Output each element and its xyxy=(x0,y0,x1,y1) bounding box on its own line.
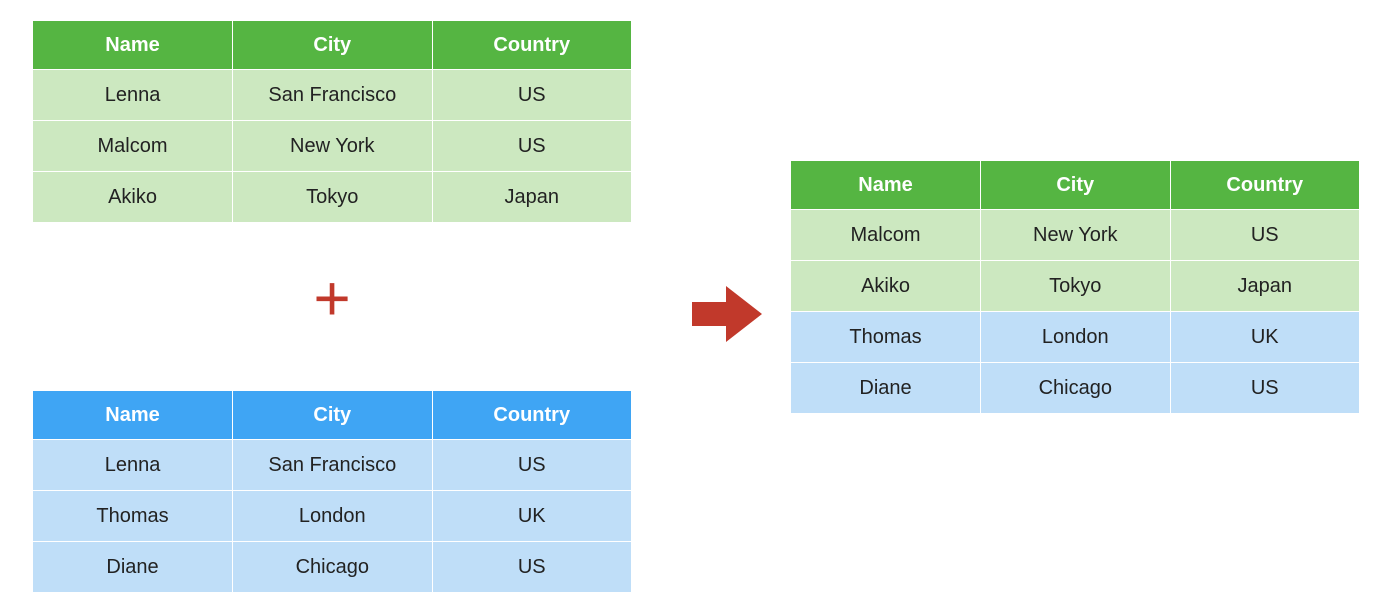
cell-city: Tokyo xyxy=(233,172,432,223)
col-header-city: City xyxy=(981,161,1170,210)
table-row: Diane Chicago US xyxy=(791,363,1360,414)
table-row: Diane Chicago US xyxy=(33,542,632,593)
cell-country: US xyxy=(432,542,631,593)
col-header-name: Name xyxy=(33,21,233,70)
table-row: Akiko Tokyo Japan xyxy=(791,261,1360,312)
col-header-country: Country xyxy=(432,391,631,440)
cell-name: Diane xyxy=(791,363,981,414)
cell-country: Japan xyxy=(1170,261,1360,312)
cell-name: Lenna xyxy=(33,440,233,491)
cell-city: San Francisco xyxy=(233,440,432,491)
cell-city: London xyxy=(233,491,432,542)
cell-country: US xyxy=(1170,363,1360,414)
table-row: Akiko Tokyo Japan xyxy=(33,172,632,223)
cell-name: Akiko xyxy=(33,172,233,223)
table-row: Malcom New York US xyxy=(33,121,632,172)
diagram-canvas: Name City Country Lenna San Francisco US… xyxy=(0,0,1400,616)
cell-country: UK xyxy=(432,491,631,542)
cell-name: Malcom xyxy=(33,121,233,172)
col-header-country: Country xyxy=(432,21,631,70)
table-header-row: Name City Country xyxy=(791,161,1360,210)
cell-name: Akiko xyxy=(791,261,981,312)
cell-name: Thomas xyxy=(791,312,981,363)
cell-city: New York xyxy=(233,121,432,172)
table-header-row: Name City Country xyxy=(33,21,632,70)
cell-city: San Francisco xyxy=(233,70,432,121)
table-header-row: Name City Country xyxy=(33,391,632,440)
cell-city: Tokyo xyxy=(981,261,1170,312)
cell-city: London xyxy=(981,312,1170,363)
cell-country: Japan xyxy=(432,172,631,223)
cell-country: US xyxy=(432,121,631,172)
table-row: Lenna San Francisco US xyxy=(33,440,632,491)
cell-country: US xyxy=(1170,210,1360,261)
table-result: Name City Country Malcom New York US Aki… xyxy=(790,160,1360,414)
table-row: Lenna San Francisco US xyxy=(33,70,632,121)
cell-country: UK xyxy=(1170,312,1360,363)
table-row: Thomas London UK xyxy=(791,312,1360,363)
col-header-city: City xyxy=(233,21,432,70)
table-row: Malcom New York US xyxy=(791,210,1360,261)
cell-city: Chicago xyxy=(981,363,1170,414)
cell-name: Thomas xyxy=(33,491,233,542)
cell-city: Chicago xyxy=(233,542,432,593)
col-header-name: Name xyxy=(33,391,233,440)
col-header-name: Name xyxy=(791,161,981,210)
plus-icon: + xyxy=(300,266,364,330)
cell-name: Diane xyxy=(33,542,233,593)
cell-city: New York xyxy=(981,210,1170,261)
table-a: Name City Country Lenna San Francisco US… xyxy=(32,20,632,223)
cell-name: Lenna xyxy=(33,70,233,121)
cell-name: Malcom xyxy=(791,210,981,261)
col-header-city: City xyxy=(233,391,432,440)
col-header-country: Country xyxy=(1170,161,1360,210)
table-row: Thomas London UK xyxy=(33,491,632,542)
cell-country: US xyxy=(432,70,631,121)
arrow-right-icon xyxy=(692,286,762,342)
table-b: Name City Country Lenna San Francisco US… xyxy=(32,390,632,593)
cell-country: US xyxy=(432,440,631,491)
